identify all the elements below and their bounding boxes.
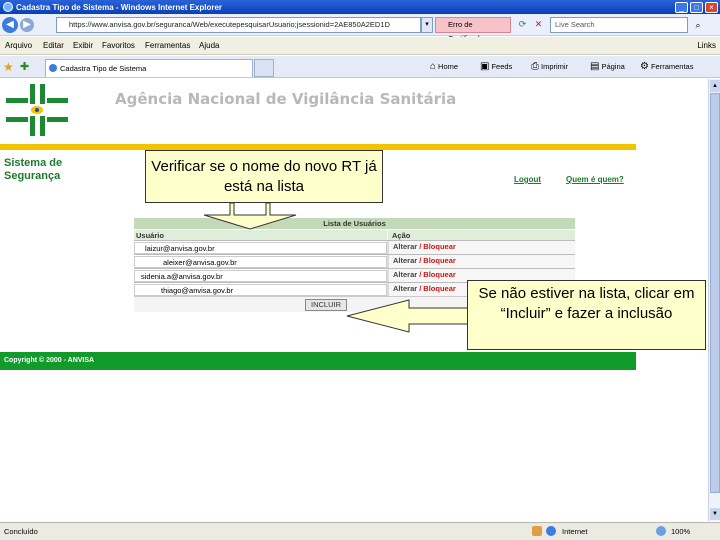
add-favorite-icon[interactable]: ✚ [20, 60, 29, 74]
new-tab-button[interactable] [254, 59, 274, 77]
user-email: aleixer@anvisa.gov.br [134, 256, 387, 268]
include-button[interactable]: INCLUIR [305, 299, 347, 311]
links-menu[interactable]: Links [697, 37, 716, 55]
block-link[interactable]: Bloquear [423, 284, 456, 293]
feeds-button[interactable]: ▣ Feeds [480, 60, 512, 74]
site-title: Agência Nacional de Vigilância Sanitária [115, 90, 457, 108]
certificate-error-badge[interactable]: Erro de Certificado [435, 17, 511, 43]
column-header-action: Ação [387, 230, 575, 240]
menu-file[interactable]: Arquivo [5, 37, 32, 55]
tools-menu-button[interactable]: ⚙ Ferramentas [640, 60, 693, 74]
user-email: sidenia.a@anvisa.gov.br [134, 270, 387, 282]
internet-explorer-icon [3, 2, 13, 12]
forward-arrow-icon[interactable]: ▶ [20, 18, 34, 32]
scroll-down-icon[interactable]: ▼ [710, 508, 720, 520]
close-button[interactable]: × [705, 1, 718, 13]
address-input[interactable]: https://www.anvisa.gov.br/seguranca/Web/… [56, 17, 421, 33]
zoom-level[interactable]: 100% [671, 523, 690, 540]
status-bar: Concluído Internet 100% [0, 522, 720, 540]
page-menu-icon: ▤ [590, 61, 600, 72]
row-actions: Alterar / Bloquear [387, 241, 575, 254]
refresh-icon[interactable]: ⟳ [516, 18, 529, 31]
tab-title: Cadastra Tipo de Sistema [60, 64, 147, 73]
gear-icon: ⚙ [640, 61, 649, 72]
menu-edit[interactable]: Editar [43, 37, 64, 55]
browser-tab[interactable]: Cadastra Tipo de Sistema [45, 59, 253, 77]
row-actions: Alterar / Bloquear [387, 255, 575, 268]
block-link[interactable]: Bloquear [423, 242, 456, 251]
minimize-button[interactable]: _ [675, 1, 688, 13]
stop-icon[interactable]: ✕ [532, 18, 545, 31]
menu-help[interactable]: Ajuda [199, 37, 219, 55]
anvisa-logo [6, 84, 68, 136]
column-header-user: Usuário [136, 231, 164, 240]
user-email: thiago@anvisa.gov.br [134, 284, 387, 296]
home-button[interactable]: ⌂ Home [430, 60, 458, 74]
command-toolbar: ★ ✚ Cadastra Tipo de Sistema ⌂ Home ▣ Feed… [0, 56, 720, 78]
zone-label: Internet [562, 527, 588, 536]
menu-tools[interactable]: Ferramentas [145, 37, 190, 55]
edit-link[interactable]: Alterar [393, 284, 417, 293]
window-title: Cadastra Tipo de Sistema - Windows Inter… [16, 2, 223, 12]
block-link[interactable]: Bloquear [423, 256, 456, 265]
menu-bar: Arquivo Editar Exibir Favoritos Ferramen… [0, 37, 720, 55]
printer-icon: ⎙ [531, 61, 539, 72]
search-icon[interactable]: ⌕ [690, 17, 706, 33]
home-icon: ⌂ [430, 61, 437, 72]
page-icon [49, 64, 57, 72]
logout-link[interactable]: Logout [514, 175, 541, 184]
who-is-who-link[interactable]: Quem é quem? [566, 175, 624, 184]
edit-link[interactable]: Alterar [393, 256, 417, 265]
print-button[interactable]: ⎙ Imprimir [531, 60, 568, 74]
menu-view[interactable]: Exibir [73, 37, 93, 55]
menu-favorites[interactable]: Favoritos [102, 37, 135, 55]
callout-arrow-down [203, 203, 297, 230]
zoom-icon[interactable] [656, 526, 666, 536]
system-title: Sistema de Segurança [4, 157, 63, 182]
window-title-bar[interactable]: Cadastra Tipo de Sistema - Windows Inter… [0, 0, 720, 14]
maximize-button[interactable]: □ [690, 1, 703, 13]
edit-link[interactable]: Alterar [393, 270, 417, 279]
block-link[interactable]: Bloquear [423, 270, 456, 279]
address-row: ◀ ▶ https://www.anvisa.gov.br/seguranca/… [0, 14, 720, 43]
page-footer: Copyright © 2000 - ANVISA [0, 352, 636, 370]
globe-icon [546, 526, 556, 536]
scroll-thumb[interactable] [710, 93, 720, 493]
table-row: aleixer@anvisa.gov.br Alterar / Bloquear [134, 254, 575, 268]
user-email: laizur@anvisa.gov.br [134, 242, 387, 254]
feed-icon: ▣ [480, 61, 490, 72]
page-menu-button[interactable]: ▤ Página [590, 60, 625, 74]
back-arrow-icon[interactable]: ◀ [2, 17, 18, 33]
callout-arrow-left [346, 299, 469, 333]
security-icon [532, 526, 542, 536]
status-text: Concluído [4, 527, 38, 536]
table-row: laizur@anvisa.gov.br Alterar / Bloquear [134, 240, 575, 254]
search-input[interactable]: Live Search [550, 17, 688, 33]
address-dropdown-icon[interactable]: ▾ [421, 17, 433, 33]
scroll-up-icon[interactable]: ▲ [710, 80, 720, 92]
callout-check-list: Verificar se o nome do novo RT já está n… [145, 150, 383, 203]
vertical-scrollbar[interactable]: ▲ ▼ [708, 79, 720, 521]
favorites-star-icon[interactable]: ★ [3, 60, 14, 74]
edit-link[interactable]: Alterar [393, 242, 417, 251]
callout-click-include: Se não estiver na lista, clicar em “Incl… [467, 280, 706, 350]
